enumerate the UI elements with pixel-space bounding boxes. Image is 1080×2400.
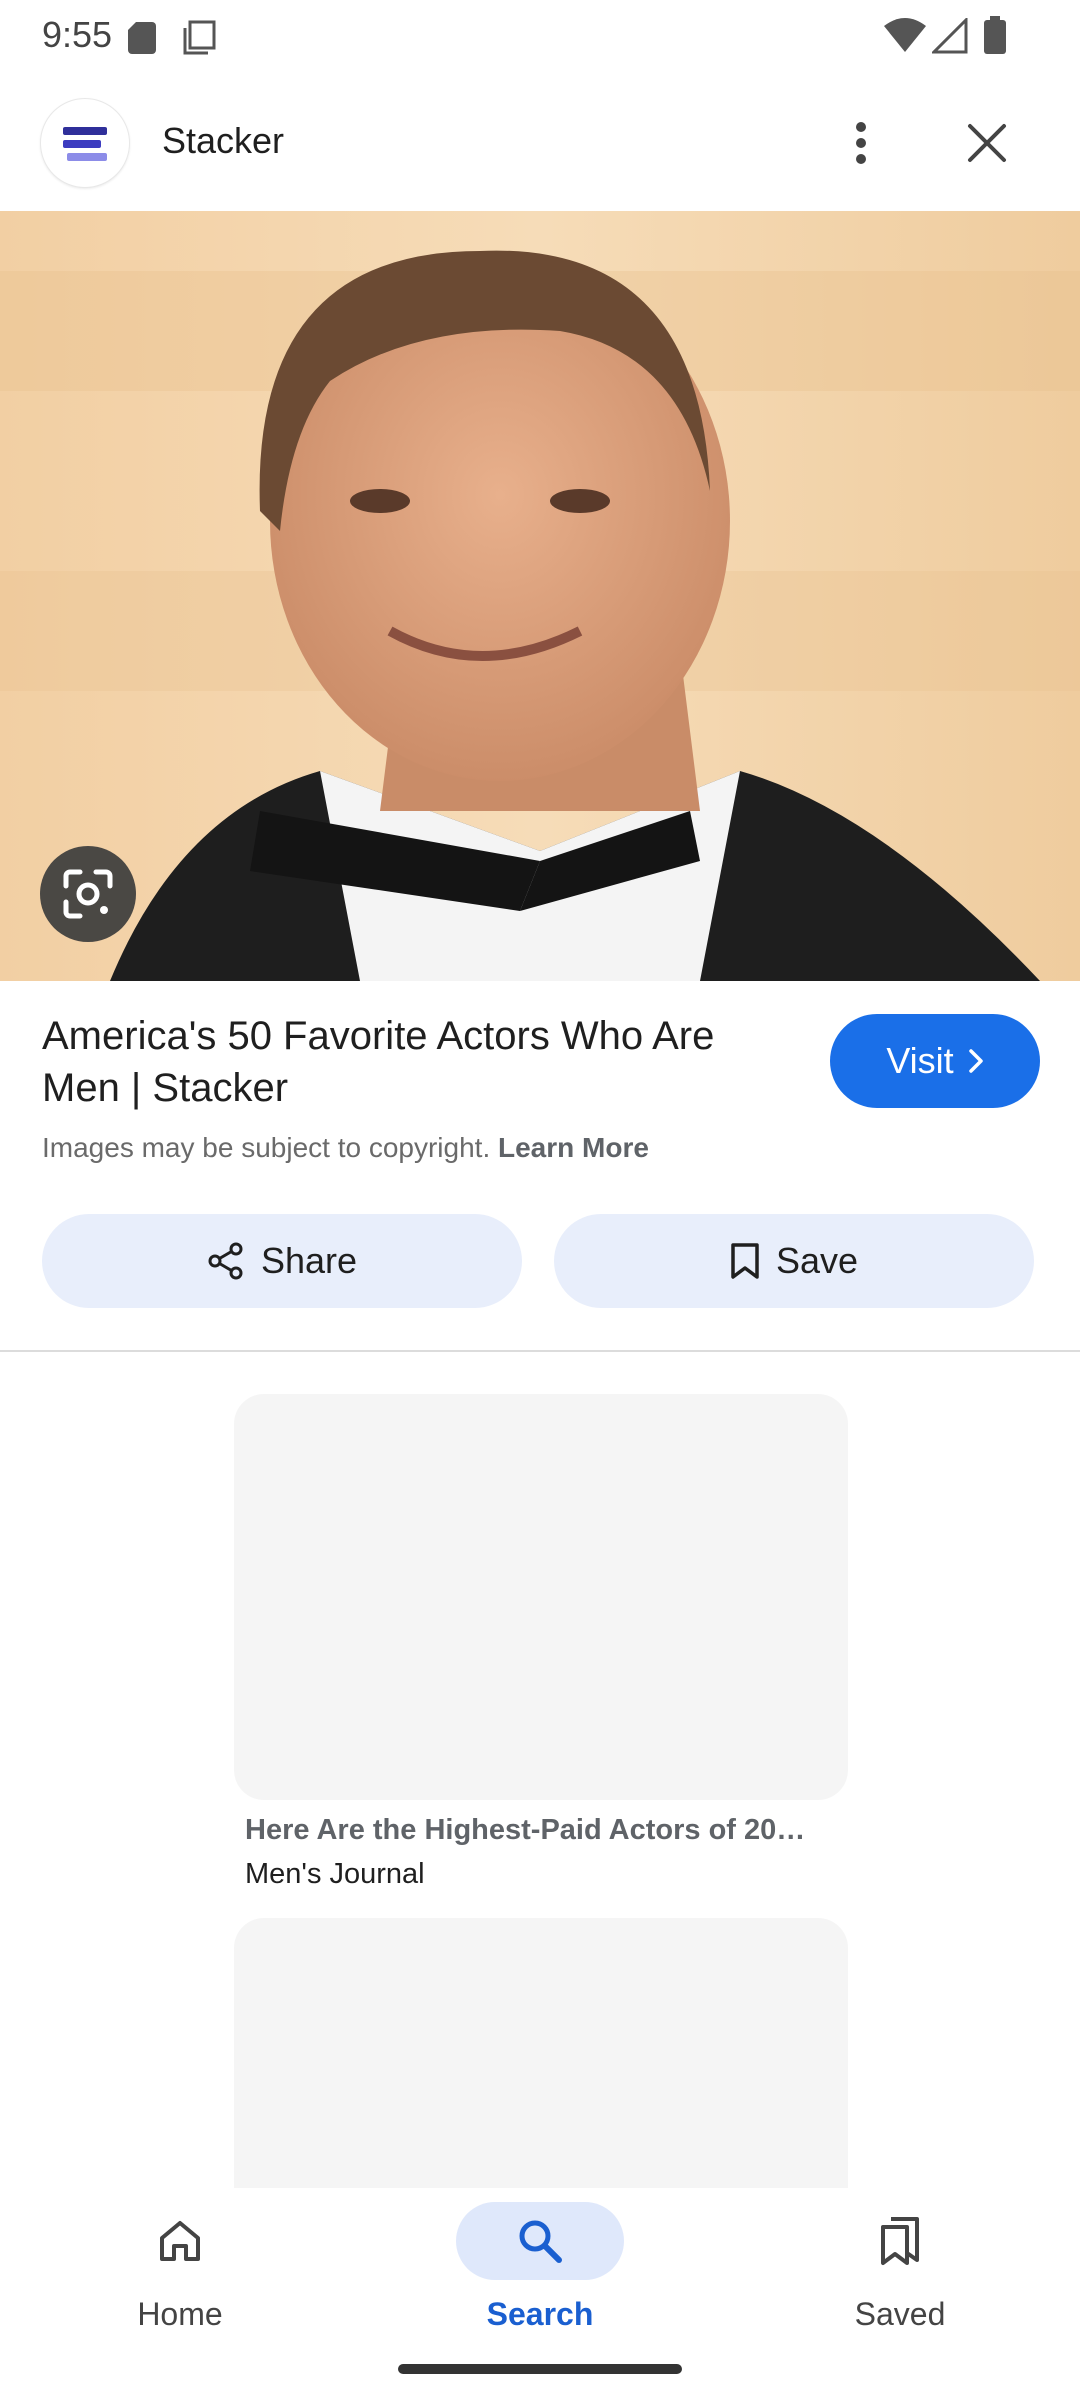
result-title[interactable]: America's 50 Favorite Actors Who Are Men… [42,1010,782,1114]
copy-icon [183,20,216,55]
stacker-logo-icon[interactable] [40,98,130,188]
visit-label: Visit [886,1040,954,1081]
signal-icon [932,18,968,54]
nav-home-icon-wrap [116,2202,244,2280]
related-title[interactable]: Here Are the Highest-Paid Actors of 20… [245,1814,845,1847]
home-icon [160,2221,200,2261]
result-image[interactable] [0,211,1080,981]
share-label: Share [260,1240,358,1281]
site-name[interactable]: Stacker [162,120,284,162]
save-label: Save [775,1240,859,1281]
copyright-text: Images may be subject to copyright. [42,1132,491,1163]
nav-home[interactable]: Home [60,2188,300,2358]
sd-card-icon [128,22,156,54]
nav-home-label: Home [137,2296,223,2332]
related-image[interactable] [234,1394,848,1800]
more-vert-icon[interactable] [836,108,886,178]
visit-button[interactable]: Visit [830,1014,1040,1108]
share-button[interactable]: Share [42,1214,522,1308]
nav-search-label: Search [486,2296,594,2332]
lens-icon [63,869,113,919]
status-time: 9:55 [42,14,113,55]
battery-icon [984,16,1006,54]
wifi-icon [884,18,926,52]
home-indicator[interactable] [398,2364,682,2374]
nav-search-icon-wrap [456,2202,624,2280]
related-image[interactable] [234,1918,848,2188]
nav-saved-icon-wrap [836,2202,964,2280]
close-icon[interactable] [952,108,1022,178]
header: Stacker [0,72,1080,210]
learn-more-link[interactable]: Learn More [498,1132,649,1163]
search-icon [519,2220,562,2263]
divider [0,1350,1080,1352]
nav-saved-label: Saved [854,2296,946,2332]
share-icon [208,1242,243,1280]
copyright-notice: Images may be subject to copyright. Lear… [42,1132,649,1164]
chevron-right-icon [968,1049,983,1073]
status-bar: 9:55 [0,0,1080,72]
bookmark-icon [731,1243,759,1279]
nav-saved[interactable]: Saved [780,2188,1020,2358]
saved-icon [881,2217,919,2265]
nav-search[interactable]: Search [420,2188,660,2358]
actor-photo [0,211,1080,981]
save-button[interactable]: Save [554,1214,1034,1308]
lens-button[interactable] [40,846,136,942]
related-source: Men's Journal [245,1858,425,1890]
